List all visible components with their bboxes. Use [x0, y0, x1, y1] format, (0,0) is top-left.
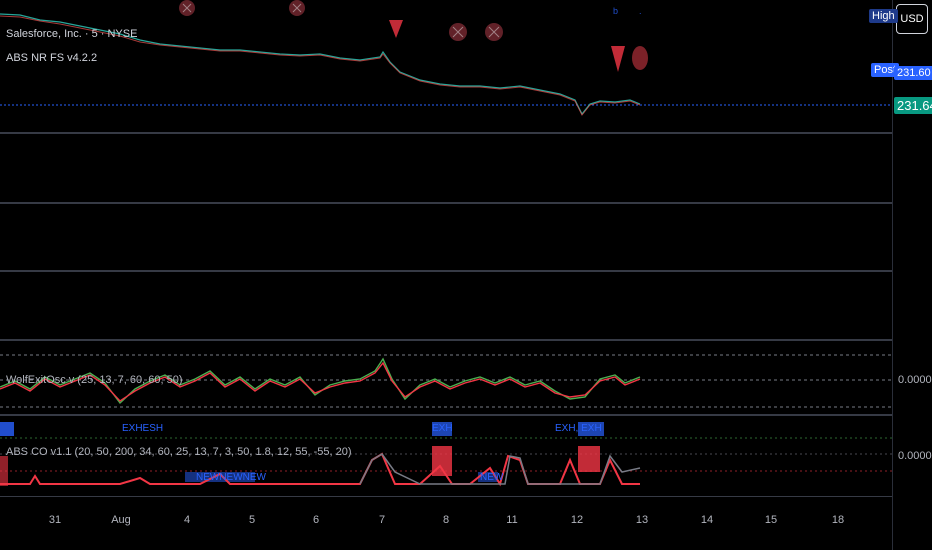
abs-co-value: 0.0000 — [898, 450, 932, 462]
time-label-11: 11 — [506, 514, 518, 526]
time-label-15: 15 — [764, 514, 778, 526]
abs-co-tag-exh-1: EXHESH — [122, 423, 164, 434]
time-label-13: 13 — [635, 514, 649, 526]
time-label-aug: Aug — [111, 514, 131, 526]
last-price: 231.64 — [894, 97, 932, 114]
symbol-title[interactable]: Salesforce, Inc. · 5 · NYSE — [6, 28, 137, 40]
abs-co-legend[interactable]: ABS CO v1.1 (20, 50, 200, 34, 60, 25, 13… — [6, 446, 352, 458]
wolf-osc-value: 0.0000 — [898, 374, 932, 386]
high-tag: High — [869, 9, 898, 23]
time-label-7: 7 — [378, 514, 386, 526]
time-label-5: 5 — [248, 514, 256, 526]
abs-co-tag-exh-2: EXH — [432, 423, 453, 434]
abs-co-tag-exh-3: EXH, EXH — [555, 423, 602, 434]
indicator-label[interactable]: ABS NR FS v4.2.2 — [6, 52, 97, 64]
signal-markers: b . — [179, 0, 648, 72]
abs-co-tag-new-2: NEW — [480, 472, 504, 483]
abs-co-tag-new-1: NEWNEWNEW — [196, 472, 266, 483]
time-label-18: 18 — [831, 514, 845, 526]
currency-button[interactable]: USD — [896, 4, 928, 34]
time-label-31: 31 — [48, 514, 62, 526]
post-price: 231.60 — [894, 66, 932, 80]
pane-separator[interactable] — [0, 132, 892, 134]
abs-co-pane[interactable]: ABS CO v1.1 (20, 50, 200, 34, 60, 25, 13… — [0, 416, 892, 496]
svg-text:b: b — [613, 6, 618, 16]
time-label-4: 4 — [183, 514, 191, 526]
price-chart: b . — [0, 0, 892, 116]
svg-text:.: . — [639, 6, 642, 16]
time-label-6: 6 — [312, 514, 320, 526]
pane-separator[interactable] — [0, 202, 892, 204]
pane-separator[interactable] — [0, 270, 892, 272]
price-axis[interactable] — [892, 0, 932, 550]
time-label-14: 14 — [700, 514, 714, 526]
main-chart-pane[interactable]: b . Salesforce, Inc. · 5 · NYSE ABS NR F… — [0, 0, 892, 132]
wolf-osc-pane[interactable]: WolfExitOsc v (25, 13, 7, 60, 60, 50) — [0, 341, 892, 414]
wolf-osc-legend[interactable]: WolfExitOsc v (25, 13, 7, 60, 60, 50) — [6, 374, 183, 386]
time-label-12: 12 — [570, 514, 584, 526]
time-label-8: 8 — [442, 514, 450, 526]
